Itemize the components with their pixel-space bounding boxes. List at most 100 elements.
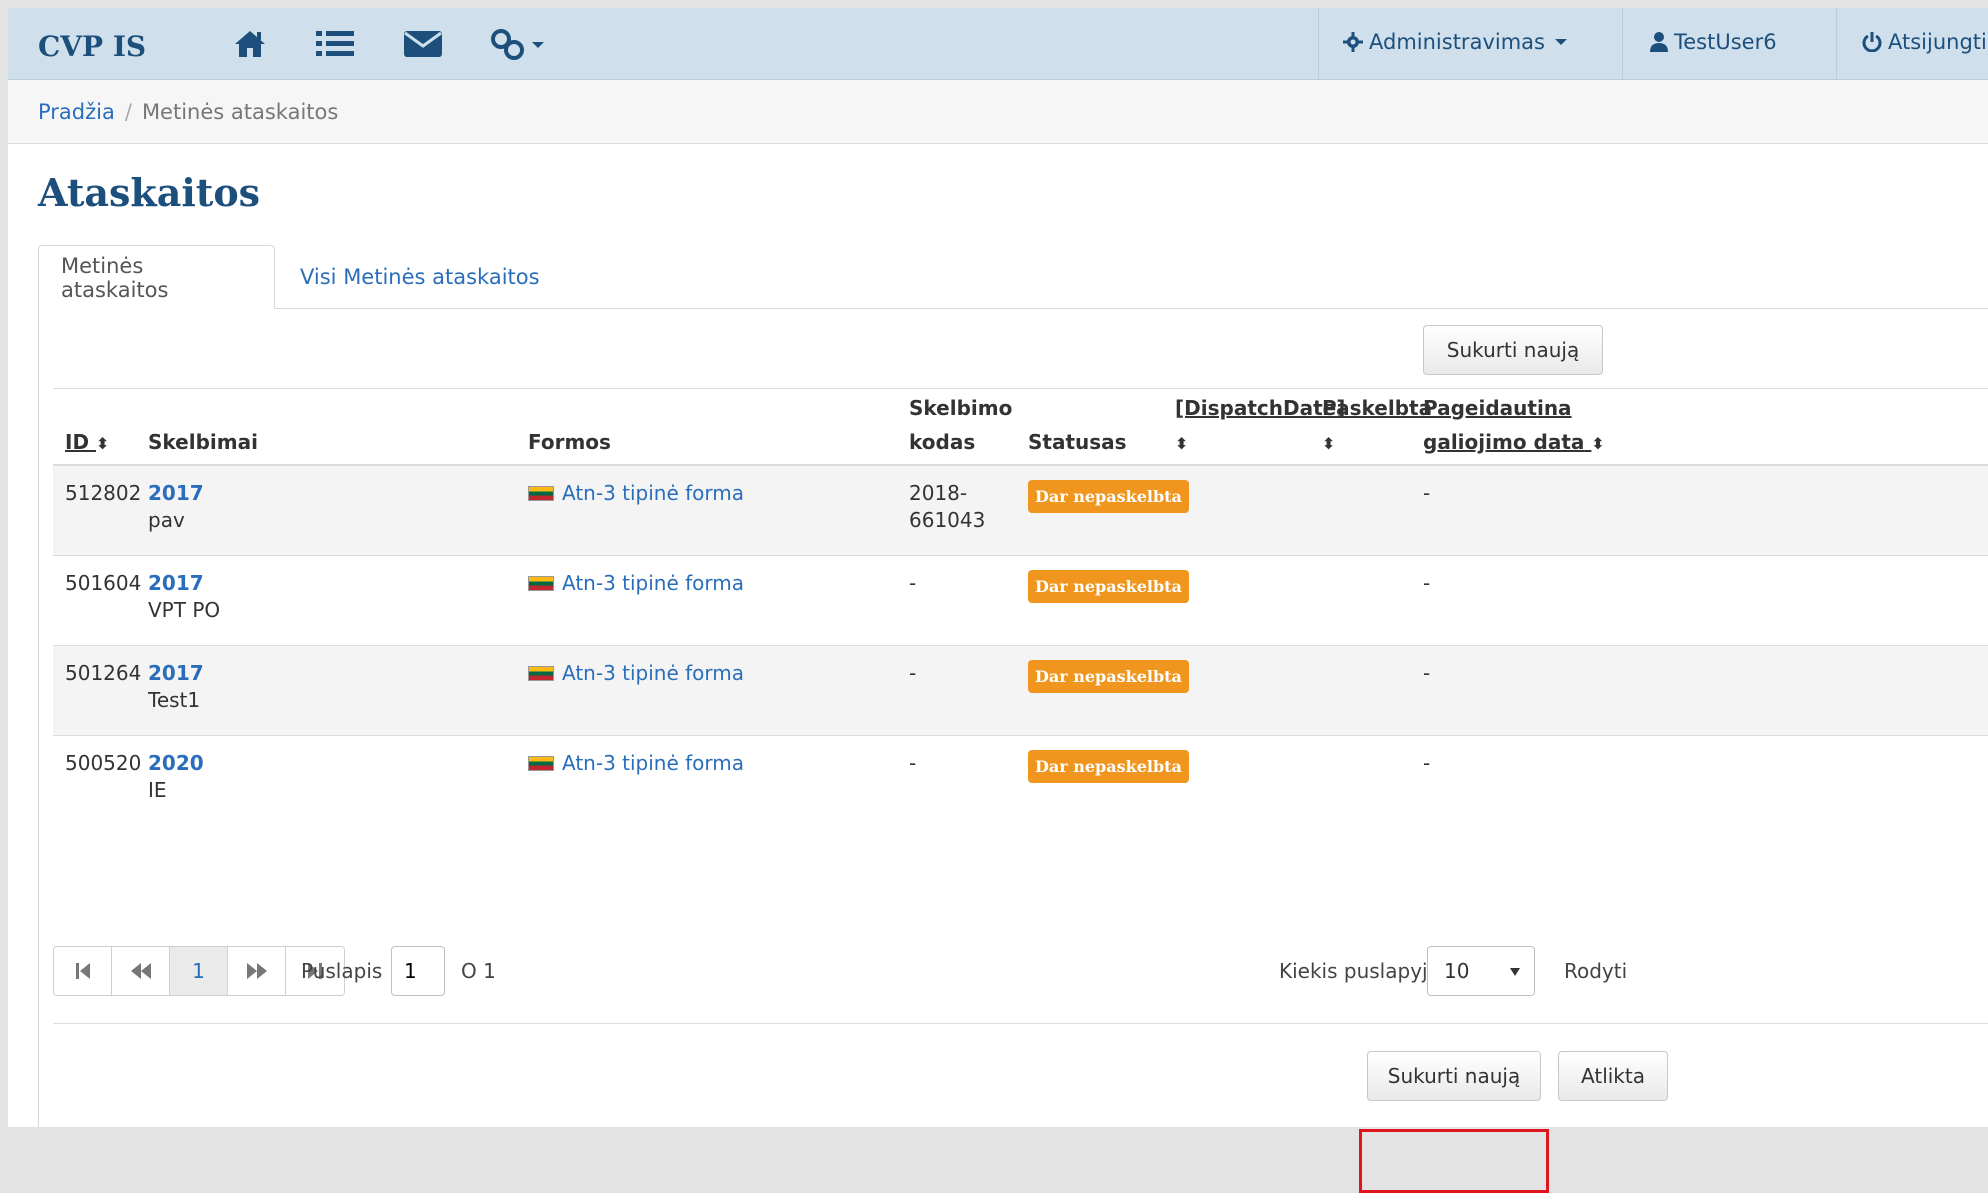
page-number-button[interactable]: 1	[170, 947, 228, 995]
chevron-down-icon	[1554, 39, 1567, 45]
row-notice: 2020 IE	[148, 750, 204, 804]
nav-divider	[1622, 8, 1623, 80]
lithuania-flag-icon	[528, 576, 554, 591]
top-navbar: CVP IS Administravimas TestUser6 Atsijun…	[8, 8, 1988, 80]
row-code: -	[909, 661, 917, 685]
row-notice: 2017 pav	[148, 480, 204, 534]
column-header-dispatch-date[interactable]: [DispatchDate] ⬍	[1175, 391, 1345, 461]
row-year-link[interactable]: 2017	[148, 571, 204, 595]
status-badge: Dar nepaskelbta	[1028, 480, 1189, 513]
status-badge: Dar nepaskelbta	[1028, 660, 1189, 693]
brand-logo[interactable]: CVP IS	[38, 30, 146, 63]
tab-bar: Metinės ataskaitos Visi Metinės ataskait…	[38, 245, 1988, 310]
row-form-link[interactable]: Atn-3 tipinė forma	[528, 660, 744, 687]
row-status: Dar nepaskelbta	[1028, 750, 1189, 783]
breadcrumb-current: Metinės ataskaitos	[141, 99, 339, 124]
logout-label: Atsijungti	[1888, 30, 1987, 54]
main-content: Ataskaitos Metinės ataskaitos Visi Metin…	[8, 144, 1988, 1193]
rewind-icon	[130, 963, 151, 979]
row-form-link[interactable]: Atn-3 tipinė forma	[528, 750, 744, 777]
row-form-link[interactable]: Atn-3 tipinė forma	[528, 570, 744, 597]
power-icon	[1862, 32, 1882, 52]
nav-divider	[1836, 8, 1837, 80]
column-header-pageidautina[interactable]: Pageidautina galiojimo data ⬍	[1423, 391, 1605, 461]
table-header: ID ⬍ Skelbimai Formos Skelbimo kodas Sta…	[53, 389, 1988, 466]
breadcrumb-home-link[interactable]: Pradžia	[38, 100, 115, 124]
envelope-icon[interactable]	[403, 24, 443, 64]
highlight-frame	[1359, 1129, 1549, 1193]
dropdown-arrow-icon	[1510, 968, 1520, 976]
column-header-paskelbta[interactable]: Paskelbta ⬍	[1322, 391, 1432, 461]
tab-all-annual-reports[interactable]: Visi Metinės ataskaitos	[278, 245, 562, 309]
row-status: Dar nepaskelbta	[1028, 570, 1189, 603]
home-icon[interactable]	[233, 24, 267, 64]
create-new-button-bottom[interactable]: Sukurti naują	[1367, 1051, 1541, 1101]
previous-page-button[interactable]	[112, 947, 170, 995]
first-page-icon	[75, 963, 90, 979]
row-status: Dar nepaskelbta	[1028, 660, 1189, 693]
admin-menu-label: Administravimas	[1369, 30, 1545, 54]
list-icon[interactable]	[316, 24, 354, 64]
row-notice: 2017 Test1	[148, 660, 204, 714]
row-name: Test1	[148, 688, 201, 712]
table-row: 501264 2017 Test1 Atn-3 tipinė forma - D…	[53, 646, 1988, 736]
row-form: Atn-3 tipinė forma	[528, 750, 744, 777]
row-form: Atn-3 tipinė forma	[528, 480, 744, 507]
breadcrumb-separator: /	[124, 99, 132, 124]
table-row: 512802 2017 pav Atn-3 tipinė forma 2018-…	[53, 466, 1988, 556]
row-form: Atn-3 tipinė forma	[528, 570, 744, 597]
fast-forward-icon	[246, 963, 267, 979]
sort-icon: ⬍	[96, 433, 110, 453]
next-page-button[interactable]	[228, 947, 286, 995]
row-id: 500520	[65, 751, 142, 775]
table-row: 500520 2020 IE Atn-3 tipinė forma - Dar …	[53, 736, 1988, 826]
column-header-id[interactable]: ID ⬍	[65, 425, 109, 461]
link-icon[interactable]	[490, 24, 548, 64]
user-name: TestUser6	[1674, 30, 1777, 54]
row-validity-date: -	[1423, 481, 1431, 505]
page-label: Puslapis	[301, 959, 383, 983]
row-validity-date: -	[1423, 661, 1431, 685]
create-new-button-top[interactable]: Sukurti naują	[1423, 325, 1603, 375]
row-year-link[interactable]: 2020	[148, 751, 204, 775]
row-year-link[interactable]: 2017	[148, 661, 204, 685]
row-id: 501264	[65, 661, 142, 685]
row-id: 501604	[65, 571, 142, 595]
user-menu[interactable]: TestUser6	[1650, 30, 1777, 54]
per-page-select[interactable]: 10	[1427, 946, 1535, 996]
lithuania-flag-icon	[528, 666, 554, 681]
admin-menu[interactable]: Administravimas	[1343, 30, 1567, 54]
row-validity-date: -	[1423, 571, 1431, 595]
page-title: Ataskaitos	[38, 170, 261, 215]
row-code: -	[909, 571, 917, 595]
row-name: IE	[148, 778, 167, 802]
sort-icon: ⬍	[1322, 433, 1336, 453]
column-header-skelbimai: Skelbimai	[148, 430, 258, 454]
page-count-label: O 1	[461, 959, 496, 983]
status-badge: Dar nepaskelbta	[1028, 570, 1189, 603]
lithuania-flag-icon	[528, 756, 554, 771]
row-notice: 2017 VPT PO	[148, 570, 220, 624]
done-button[interactable]: Atlikta	[1558, 1051, 1668, 1101]
gear-icon	[1343, 32, 1363, 52]
tab-annual-reports[interactable]: Metinės ataskaitos	[38, 245, 275, 310]
column-header-skelbimo-kodas: Skelbimo kodas	[909, 396, 1013, 454]
column-header-statusas: Statusas	[1028, 430, 1127, 454]
row-year-link[interactable]: 2017	[148, 481, 204, 505]
nav-divider	[1318, 8, 1319, 80]
row-name: pav	[148, 508, 185, 532]
row-name: VPT PO	[148, 598, 221, 622]
sort-icon: ⬍	[1175, 433, 1189, 453]
footer-divider	[53, 1023, 1988, 1024]
tab-panel: Sukurti naują ID ⬍ Skelbimai Formos Skel…	[38, 309, 1988, 1193]
status-badge: Dar nepaskelbta	[1028, 750, 1189, 783]
logout-button[interactable]: Atsijungti	[1862, 30, 1987, 54]
row-status: Dar nepaskelbta	[1028, 480, 1189, 513]
first-page-button[interactable]	[54, 947, 112, 995]
page-number-input[interactable]	[391, 946, 445, 996]
per-page-label: Kiekis puslapyje	[1279, 959, 1440, 983]
row-validity-date: -	[1423, 751, 1431, 775]
column-header-formos: Formos	[528, 430, 611, 454]
row-form-link[interactable]: Atn-3 tipinė forma	[528, 480, 744, 507]
table-row: 501604 2017 VPT PO Atn-3 tipinė forma - …	[53, 556, 1988, 646]
